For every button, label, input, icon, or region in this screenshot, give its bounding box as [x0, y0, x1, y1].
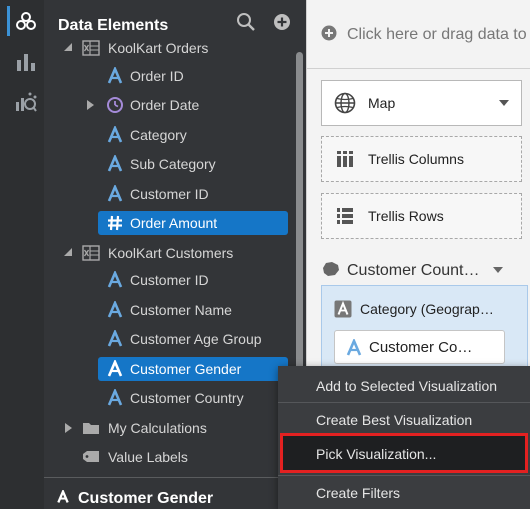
tree-label: Order Date: [130, 97, 200, 113]
attribute-icon: [106, 185, 124, 203]
map-layer-header[interactable]: Customer Count…: [321, 260, 480, 280]
measure-icon: [106, 214, 124, 232]
rows-icon: [334, 205, 356, 227]
dataset-icon: [82, 244, 100, 262]
chevron-down-icon: [499, 100, 509, 106]
columns-icon: [334, 148, 356, 170]
menu-item-pick-visualization[interactable]: Pick Visualization...: [280, 433, 528, 473]
tree-label: My Calculations: [108, 420, 207, 436]
tree-item-value-labels[interactable]: Value Labels: [44, 445, 294, 469]
drop-hint-label: Click here or drag data to: [347, 26, 527, 43]
attribute-icon: [106, 330, 124, 348]
map-layer-title: Customer Count…: [347, 262, 480, 279]
tree-folder-my-calculations[interactable]: My Calculations: [44, 416, 294, 440]
menu-separator: [278, 475, 530, 476]
trellis-columns-label: Trellis Columns: [368, 151, 464, 167]
tree-label: Customer Gender: [130, 361, 242, 377]
tree-label: Customer Name: [130, 302, 232, 318]
panel-divider: [44, 477, 306, 478]
menu-item-label: Pick Visualization...: [316, 446, 437, 462]
tree-item-customer-gender[interactable]: Customer Gender: [44, 357, 294, 381]
panel-title: Data Elements: [58, 17, 169, 34]
viz-type-label: Map: [368, 95, 396, 111]
attribute-icon: [106, 360, 124, 378]
tree-dataset-koolkart-orders[interactable]: KoolKart Orders: [44, 36, 294, 60]
attribute-icon: [106, 67, 124, 85]
tree-label: Customer ID: [130, 272, 209, 288]
expand-triangle-icon[interactable]: [62, 422, 74, 434]
properties-title: Customer Gender: [56, 488, 214, 508]
tree-item-order-id[interactable]: Order ID: [44, 64, 294, 88]
menu-separator: [278, 402, 530, 403]
tree-item-customer-country[interactable]: Customer Country: [44, 386, 294, 410]
trellis-columns-dropzone[interactable]: Trellis Columns: [321, 136, 522, 182]
add-icon[interactable]: [272, 12, 292, 32]
tree-label: Sub Category: [130, 156, 216, 172]
attribute-icon: [345, 339, 363, 357]
viz-type-select[interactable]: Map: [321, 80, 522, 126]
chip-label: Customer Co…: [369, 339, 473, 356]
map-layer-icon: [321, 260, 341, 278]
icon-rail: [0, 0, 44, 509]
expand-triangle-icon[interactable]: [84, 99, 96, 111]
category-geography-text: Category (Geograp…: [360, 301, 494, 317]
data-elements-panel: Data Elements KoolKart Orders Order ID O…: [44, 0, 306, 509]
divider: [307, 68, 530, 69]
chevron-down-icon[interactable]: [493, 267, 503, 273]
tree-label: Customer Age Group: [130, 331, 262, 347]
tree-dataset-koolkart-customers[interactable]: KoolKart Customers: [44, 241, 294, 265]
folder-icon: [82, 419, 100, 437]
tree-item-sub-category[interactable]: Sub Category: [44, 152, 294, 176]
drop-hint[interactable]: Click here or drag data to: [321, 25, 527, 44]
properties-title-label: Customer Gender: [78, 490, 214, 507]
menu-item-label: Create Filters: [316, 485, 401, 501]
tree-item-customer-id[interactable]: Customer ID: [44, 182, 294, 206]
tree-label: Value Labels: [108, 449, 188, 465]
attribute-icon: [106, 155, 124, 173]
attribute-box-icon: [334, 300, 352, 318]
customer-country-chip[interactable]: Customer Co…: [334, 330, 505, 364]
attribute-icon: [106, 389, 124, 407]
attribute-icon: [106, 271, 124, 289]
attribute-icon: [56, 488, 70, 508]
visualizations-icon[interactable]: [14, 50, 38, 74]
menu-item-label: Add to Selected Visualization: [316, 378, 498, 394]
tree-label: Customer Country: [130, 390, 244, 406]
expand-triangle-icon[interactable]: [62, 42, 74, 54]
tree-item-customer-id[interactable]: Customer ID: [44, 268, 294, 292]
menu-item-create-best-visualization[interactable]: Create Best Visualization: [278, 404, 530, 434]
menu-item-add-to-selected-visualization[interactable]: Add to Selected Visualization: [278, 370, 530, 400]
trellis-rows-dropzone[interactable]: Trellis Rows: [321, 193, 522, 239]
tree-label: Order ID: [130, 68, 184, 84]
category-geography-label: Category (Geograp…: [334, 300, 494, 318]
tree-item-category[interactable]: Category: [44, 123, 294, 147]
tree-label: Customer ID: [130, 186, 209, 202]
attribute-icon: [106, 126, 124, 144]
context-menu: Add to Selected Visualization Create Bes…: [278, 366, 530, 509]
tree-item-customer-name[interactable]: Customer Name: [44, 298, 294, 322]
search-icon[interactable]: [236, 12, 256, 32]
clock-icon: [106, 96, 124, 114]
active-indicator: [7, 6, 10, 36]
trellis-rows-label: Trellis Rows: [368, 208, 444, 224]
analytics-icon[interactable]: [14, 90, 38, 114]
tree-label: Order Amount: [130, 215, 218, 231]
globe-icon: [334, 92, 356, 114]
tree-label: KoolKart Orders: [108, 40, 209, 56]
data-icon[interactable]: [14, 10, 38, 34]
tree-label: Category: [130, 127, 187, 143]
tree-label: KoolKart Customers: [108, 245, 234, 261]
dataset-icon: [82, 39, 100, 57]
tag-icon: [82, 448, 100, 466]
tree-item-customer-age-group[interactable]: Customer Age Group: [44, 327, 294, 351]
tree-item-order-amount[interactable]: Order Amount: [44, 211, 294, 235]
add-circle-icon: [321, 25, 337, 41]
expand-triangle-icon[interactable]: [62, 247, 74, 259]
attribute-icon: [106, 301, 124, 319]
tree-item-order-date[interactable]: Order Date: [44, 93, 294, 117]
menu-item-label: Create Best Visualization: [316, 412, 473, 428]
menu-item-create-filters[interactable]: Create Filters: [278, 477, 530, 507]
